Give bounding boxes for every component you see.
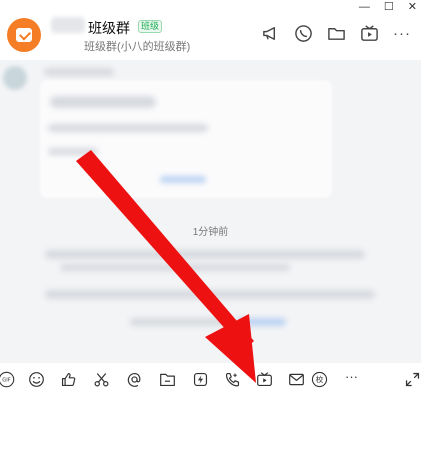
group-title: 班级群 [88, 20, 130, 36]
video-play-icon[interactable] [256, 371, 273, 388]
blurred-sender [44, 68, 114, 76]
group-avatar[interactable] [7, 18, 41, 52]
blurred-card-line [48, 124, 208, 132]
minimize-button[interactable]: — [359, 0, 370, 14]
window-controls: — ☐ ✕ [359, 0, 417, 14]
more-icon[interactable]: ··· [393, 24, 411, 43]
blurred-card-link [160, 176, 206, 183]
mention-icon[interactable] [126, 371, 143, 388]
school-label: 校 [316, 374, 324, 384]
blurred-system-message [45, 290, 375, 299]
mail-icon[interactable] [288, 371, 305, 388]
close-button[interactable]: ✕ [408, 0, 417, 14]
lightning-icon[interactable] [192, 371, 209, 388]
message-input[interactable] [0, 397, 421, 452]
announcement-icon[interactable] [261, 24, 280, 43]
input-toolbar: GIF 校 ··· [0, 363, 421, 397]
gif-label: GIF [2, 378, 10, 384]
scissors-icon[interactable] [93, 371, 110, 388]
voice-call-icon[interactable] [294, 24, 313, 43]
video-icon[interactable] [360, 24, 379, 43]
chat-header: — ☐ ✕ 班级群 班级 班级群(小八的班级群) ··· [0, 0, 421, 60]
blurred-system-link [236, 318, 286, 326]
blurred-system-message [45, 250, 365, 259]
group-subtitle: 班级群(小八的班级群) [84, 41, 191, 53]
blurred-card-line [48, 148, 98, 155]
thumbs-up-icon[interactable] [60, 371, 77, 388]
blurred-system-message [60, 264, 290, 271]
blurred-system-message [130, 318, 230, 326]
chat-area: 1分钟前 [0, 60, 421, 363]
school-icon[interactable]: 校 [311, 371, 328, 388]
phone-icon[interactable] [224, 371, 241, 388]
folder-icon[interactable] [159, 371, 176, 388]
header-actions: ··· [261, 24, 411, 43]
gif-icon[interactable]: GIF [0, 371, 15, 388]
group-badge: 班级 [138, 20, 163, 33]
expand-icon[interactable] [404, 371, 421, 388]
check-logo-icon [16, 28, 32, 42]
blurred-avatar [3, 66, 27, 90]
emoji-icon[interactable] [28, 371, 45, 388]
blurred-card-title [50, 96, 156, 108]
message-timestamp: 1分钟前 [192, 227, 229, 238]
more-tools-icon[interactable]: ··· [345, 369, 358, 384]
folder-icon[interactable] [327, 24, 346, 43]
blurred-name [51, 17, 85, 33]
maximize-button[interactable]: ☐ [384, 0, 394, 14]
